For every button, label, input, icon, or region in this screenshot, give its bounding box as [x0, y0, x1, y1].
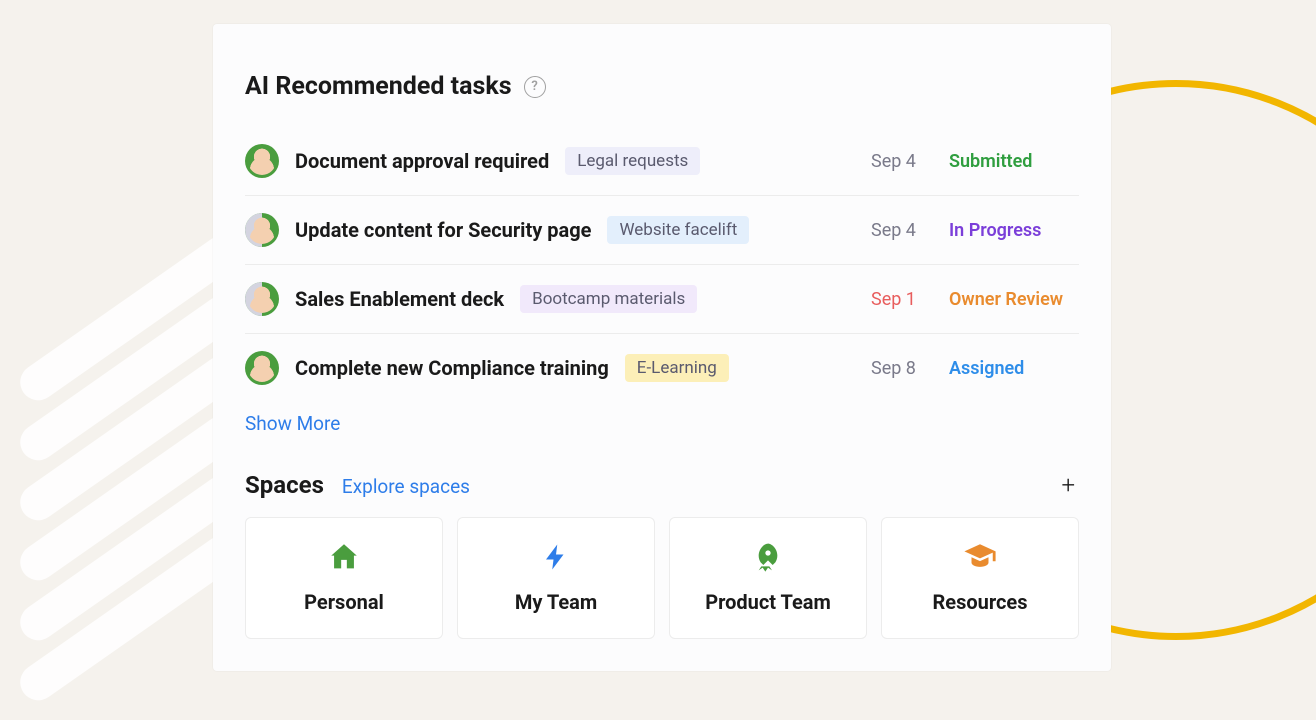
- space-card[interactable]: Resources: [881, 517, 1079, 639]
- tasks-section-title: AI Recommended tasks: [245, 72, 512, 101]
- main-card: AI Recommended tasks ? Document approval…: [213, 24, 1111, 671]
- task-date: Sep 8: [871, 358, 933, 379]
- task-date: Sep 1: [871, 289, 933, 310]
- task-status: Owner Review: [949, 289, 1079, 310]
- bolt-icon: [539, 540, 573, 574]
- tasks-header: AI Recommended tasks ?: [245, 72, 1079, 101]
- help-icon[interactable]: ?: [524, 76, 546, 98]
- task-row[interactable]: Complete new Compliance training E-Learni…: [245, 334, 1079, 402]
- avatar: [245, 351, 279, 385]
- space-card[interactable]: Product Team: [669, 517, 867, 639]
- task-date: Sep 4: [871, 220, 933, 241]
- task-list: Document approval required Legal requests…: [245, 127, 1079, 402]
- task-status: In Progress: [949, 220, 1079, 241]
- task-status: Assigned: [949, 358, 1079, 379]
- space-card[interactable]: Personal: [245, 517, 443, 639]
- spaces-header: Spaces Explore spaces +: [245, 471, 1079, 499]
- task-tag[interactable]: Bootcamp materials: [520, 285, 697, 313]
- task-row[interactable]: Document approval required Legal requests…: [245, 127, 1079, 196]
- spaces-grid: Personal My Team Product Team Resources: [245, 517, 1079, 639]
- spaces-section: Spaces Explore spaces + PersonalMy TeamP…: [245, 471, 1079, 639]
- task-title: Complete new Compliance training: [295, 356, 609, 380]
- task-tag[interactable]: Website facelift: [607, 216, 749, 244]
- rocket-icon: [751, 540, 785, 574]
- show-more-link[interactable]: Show More: [245, 412, 340, 435]
- space-card[interactable]: My Team: [457, 517, 655, 639]
- task-tag[interactable]: Legal requests: [565, 147, 700, 175]
- explore-spaces-link[interactable]: Explore spaces: [342, 475, 470, 498]
- task-row[interactable]: Sales Enablement deck Bootcamp materials S…: [245, 265, 1079, 334]
- house-icon: [327, 540, 361, 574]
- task-row[interactable]: Update content for Security page Website …: [245, 196, 1079, 265]
- space-label: Personal: [304, 590, 384, 614]
- spaces-title: Spaces: [245, 471, 324, 499]
- add-space-button[interactable]: +: [1057, 473, 1079, 497]
- task-title: Sales Enablement deck: [295, 287, 504, 311]
- task-date: Sep 4: [871, 151, 933, 172]
- space-label: Product Team: [705, 590, 831, 614]
- avatar: [245, 144, 279, 178]
- avatar: [245, 282, 279, 316]
- space-label: Resources: [932, 590, 1027, 614]
- task-title: Document approval required: [295, 149, 549, 173]
- task-status: Submitted: [949, 151, 1079, 172]
- grad-icon: [963, 540, 997, 574]
- task-tag[interactable]: E-Learning: [625, 354, 729, 382]
- space-label: My Team: [515, 590, 597, 614]
- avatar: [245, 213, 279, 247]
- task-title: Update content for Security page: [295, 218, 591, 242]
